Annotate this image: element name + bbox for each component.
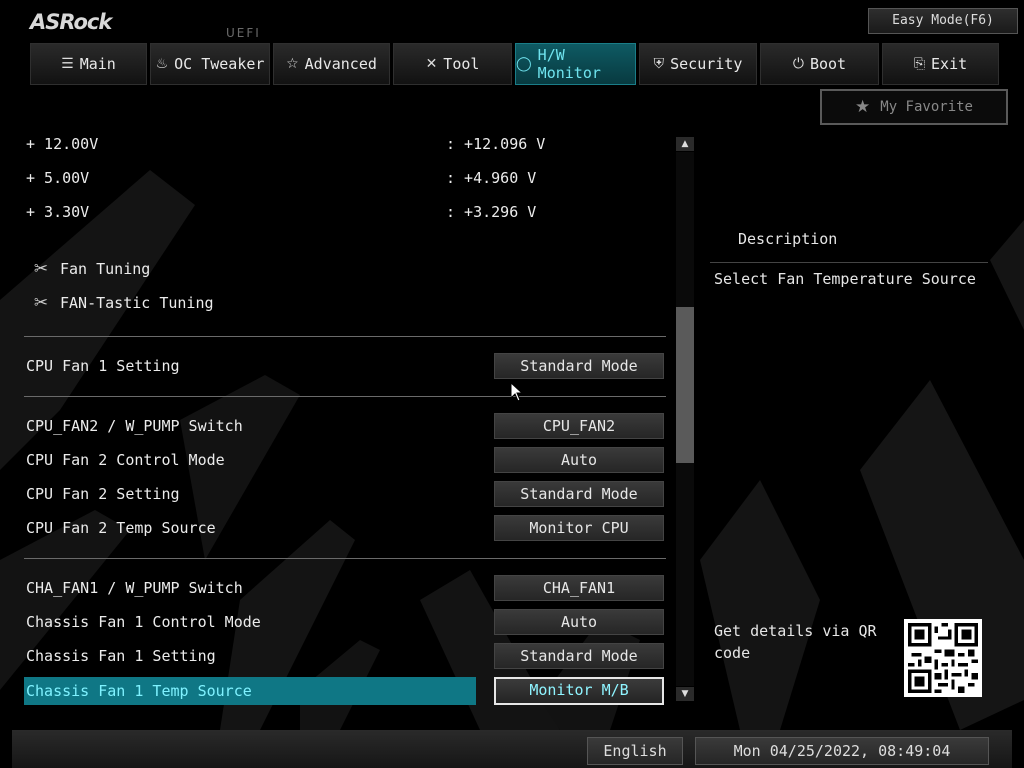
description-divider <box>710 262 988 263</box>
cha-fan1-control-label[interactable]: Chassis Fan 1 Control Mode <box>26 611 261 633</box>
tab-label: Exit <box>931 55 968 73</box>
voltage-value-12v: : +12.096 V <box>446 135 546 153</box>
cpu-fan2-switch-select[interactable]: CPU_FAN2 <box>494 413 664 439</box>
cha-fan1-setting-select[interactable]: Standard Mode <box>494 643 664 669</box>
my-favorite-button[interactable]: ★ My Favorite <box>820 89 1008 125</box>
voltage-label-5v: + 5.00V <box>26 169 90 187</box>
cpu-fan2-setting-label[interactable]: CPU Fan 2 Setting <box>26 483 180 505</box>
easy-mode-button[interactable]: Easy Mode(F6) <box>868 8 1018 34</box>
voltage-label-12v: + 12.00V <box>26 135 99 153</box>
my-favorite-label: My Favorite <box>880 99 973 115</box>
description-text: Select Fan Temperature Source <box>714 270 976 288</box>
fan-tuning-item[interactable]: ✂ Fan Tuning <box>30 257 150 281</box>
voltage-value-5v: : +4.960 V <box>446 169 537 187</box>
divider <box>24 558 666 559</box>
scroll-down-arrow-icon[interactable]: ▼ <box>676 687 694 701</box>
tab-label: Boot <box>809 55 847 73</box>
voltage-label-3v3: + 3.30V <box>26 203 90 221</box>
description-title: Description <box>738 230 838 248</box>
qr-caption: Get details via QR code <box>714 622 877 662</box>
voltage-value-3v3: : +3.296 V <box>446 203 537 221</box>
cha-fan1-switch-select[interactable]: CHA_FAN1 <box>494 575 664 601</box>
cha-fan1-switch-label[interactable]: CHA_FAN1 / W_PUMP Switch <box>26 577 243 599</box>
power-icon: ⏻ <box>792 56 804 72</box>
scrollbar-thumb[interactable] <box>676 307 694 463</box>
star-icon: ★ <box>855 97 871 117</box>
cpu-fan1-setting-select[interactable]: Standard Mode <box>494 353 664 379</box>
settings-list: + 12.00V : +12.096 V + 5.00V : +4.960 V … <box>0 0 680 768</box>
scroll-up-arrow-icon[interactable]: ▲ <box>676 137 694 151</box>
cpu-fan1-setting-label[interactable]: CPU Fan 1 Setting <box>26 355 180 377</box>
cpu-fan2-setting-select[interactable]: Standard Mode <box>494 481 664 507</box>
fan-tastic-tuning-label: FAN-Tastic Tuning <box>60 294 214 312</box>
language-button[interactable]: English <box>587 737 683 765</box>
wrench-icon: ✂ <box>33 293 49 313</box>
divider <box>24 396 666 397</box>
exit-icon: ⎘ <box>913 56 926 72</box>
divider <box>24 336 666 337</box>
datetime-display[interactable]: Mon 04/25/2022, 08:49:04 <box>695 737 989 765</box>
qr-code-image <box>904 619 982 697</box>
tab-exit[interactable]: ⎘ Exit <box>882 43 999 85</box>
cha-fan1-setting-label[interactable]: Chassis Fan 1 Setting <box>26 645 216 667</box>
fan-tuning-label: Fan Tuning <box>60 260 151 278</box>
mouse-cursor-icon <box>511 383 523 402</box>
cpu-fan2-control-select[interactable]: Auto <box>494 447 664 473</box>
cha-fan1-control-select[interactable]: Auto <box>494 609 664 635</box>
tab-boot[interactable]: ⏻ Boot <box>760 43 879 85</box>
cpu-fan2-switch-label[interactable]: CPU_FAN2 / W_PUMP Switch <box>26 415 243 437</box>
cha-fan1-temp-label: Chassis Fan 1 Temp Source <box>26 682 252 700</box>
cha-fan1-temp-row-selected[interactable]: Chassis Fan 1 Temp Source <box>24 677 476 705</box>
cpu-fan2-temp-label[interactable]: CPU Fan 2 Temp Source <box>26 517 216 539</box>
cha-fan1-temp-select[interactable]: Monitor M/B <box>494 677 664 705</box>
fan-tastic-tuning-item[interactable]: ✂ FAN-Tastic Tuning <box>30 291 214 315</box>
cpu-fan2-control-label[interactable]: CPU Fan 2 Control Mode <box>26 449 225 471</box>
tab-label: Security <box>670 55 743 73</box>
cpu-fan2-temp-select[interactable]: Monitor CPU <box>494 515 664 541</box>
wrench-icon: ✂ <box>33 259 49 279</box>
